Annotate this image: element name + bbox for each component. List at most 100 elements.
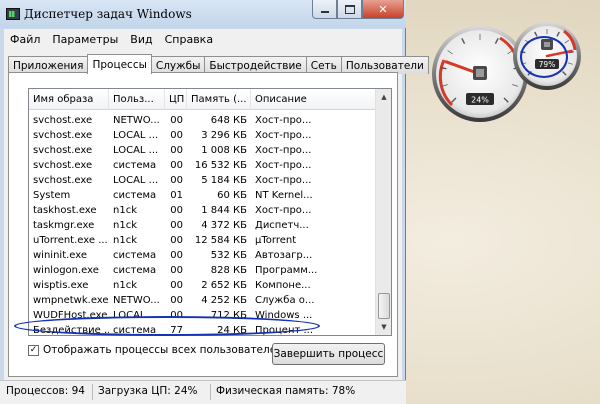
task-manager-icon (6, 8, 20, 20)
show-all-users-checkbox[interactable]: ✓ (28, 344, 39, 356)
cell-image-name: svchost.exe (33, 175, 93, 186)
table-row[interactable]: winlogon.exe система 00 828 КБ Программ... (29, 263, 376, 278)
list-scrollbar[interactable]: ▲ ▼ (375, 89, 391, 335)
cell-memory: 60 КБ (217, 190, 247, 201)
status-divider (210, 384, 211, 400)
cell-memory: 4 252 КБ (201, 295, 247, 306)
table-row[interactable]: taskhost.exe n1ck 00 1 844 КБ Хост-про... (29, 203, 376, 218)
minimize-button[interactable] (312, 0, 337, 19)
maximize-button[interactable] (337, 0, 362, 19)
show-all-users-option[interactable]: ✓ Отображать процессы всех пользователей (28, 344, 283, 356)
cell-user: система (113, 190, 157, 201)
scroll-down-icon[interactable]: ▼ (376, 319, 391, 335)
table-row[interactable]: System система 01 60 КБ NT Kernel... (29, 188, 376, 203)
cell-cpu: 00 (170, 130, 183, 141)
cell-memory: 3 296 КБ (201, 130, 247, 141)
cell-image-name: winlogon.exe (33, 265, 99, 276)
cell-cpu: 00 (170, 265, 183, 276)
cell-description: µTorrent (255, 235, 297, 246)
cell-description: Хост-про... (255, 160, 312, 171)
menu-view[interactable]: Вид (130, 33, 152, 46)
status-memory: Физическая память: 78% (216, 385, 356, 397)
cell-description: Хост-про... (255, 175, 312, 186)
cell-cpu: 00 (170, 160, 183, 171)
column-description[interactable]: Описание (251, 89, 376, 110)
cell-user: NETWO... (113, 115, 160, 126)
title-bar[interactable]: Диспетчер задач Windows ✕ (0, 0, 406, 28)
table-row[interactable]: taskmgr.exe n1ck 00 4 372 КБ Диспетч... (29, 218, 376, 233)
cell-memory: 1 008 КБ (201, 145, 247, 156)
window-title: Диспетчер задач Windows (24, 7, 192, 21)
cell-description: NT Kernel... (255, 190, 313, 201)
status-bar: Процессов: 94 Загрузка ЦП: 24% Физическа… (0, 380, 406, 404)
table-row[interactable]: svchost.exe LOCAL ... 00 5 184 КБ Хост-про..… (29, 173, 376, 188)
process-list[interactable]: Имя образа Польз... ЦП Память (... Описа… (28, 88, 392, 336)
cell-user: система (113, 265, 157, 276)
table-row[interactable]: svchost.exe LOCAL ... 00 1 008 КБ Хост-про..… (29, 143, 376, 158)
cell-memory: 12 584 КБ (194, 235, 247, 246)
task-manager-window: Диспетчер задач Windows ✕ Файл Параметры… (0, 0, 429, 404)
status-divider (92, 384, 93, 400)
close-button[interactable]: ✕ (362, 0, 404, 19)
cpu-gauge-label: 24% (471, 96, 489, 105)
cell-memory: 828 КБ (210, 265, 247, 276)
column-user[interactable]: Польз... (109, 89, 165, 110)
table-row[interactable]: svchost.exe LOCAL ... 00 3 296 КБ Хост-про..… (29, 128, 376, 143)
scroll-thumb[interactable] (378, 293, 390, 319)
table-row[interactable]: wisptis.exe n1ck 00 2 652 КБ Компоне... (29, 278, 376, 293)
cell-image-name: wisptis.exe (33, 280, 89, 291)
table-row[interactable]: wininit.exe система 00 532 КБ Автозагр... (29, 248, 376, 263)
cell-image-name: System (33, 190, 71, 201)
table-row[interactable]: svchost.exe NETWO... 00 648 КБ Хост-про... (29, 113, 376, 128)
cell-cpu: 00 (170, 295, 183, 306)
cell-image-name: svchost.exe (33, 145, 93, 156)
cell-cpu: 00 (170, 280, 183, 291)
cell-cpu: 00 (170, 145, 183, 156)
highlight-annotation-idle-row (14, 316, 320, 336)
cpu-meter-gadget[interactable]: 24% 79% (430, 10, 590, 130)
menu-help[interactable]: Справка (165, 33, 213, 46)
menu-options[interactable]: Параметры (52, 33, 118, 46)
cell-user: LOCAL ... (113, 145, 159, 156)
table-row[interactable]: wmpnetwk.exe NETWO... 00 4 252 КБ Служба о..… (29, 293, 376, 308)
table-row[interactable]: svchost.exe система 00 16 532 КБ Хост-про... (29, 158, 376, 173)
list-header: Имя образа Польз... ЦП Память (... Описа… (29, 89, 376, 110)
cell-description: Программ... (255, 265, 318, 276)
cell-description: Хост-про... (255, 205, 312, 216)
menu-file[interactable]: Файл (10, 33, 40, 46)
table-row[interactable]: uTorrent.exe ... n1ck 00 12 584 КБ µTorrent (29, 233, 376, 248)
cell-memory: 1 844 КБ (201, 205, 247, 216)
scroll-up-icon[interactable]: ▲ (376, 89, 391, 105)
cell-cpu: 00 (170, 235, 183, 246)
end-process-button[interactable]: Завершить процесс (272, 343, 385, 365)
column-image-name[interactable]: Имя образа (29, 89, 109, 110)
cell-description: Служба о... (255, 295, 315, 306)
highlight-annotation-memory (520, 36, 568, 78)
cell-description: Диспетч... (255, 220, 309, 231)
cell-cpu: 00 (170, 115, 183, 126)
column-memory[interactable]: Память (... (187, 89, 251, 110)
cell-user: n1ck (113, 280, 137, 291)
cell-user: система (113, 160, 157, 171)
cell-image-name: taskmgr.exe (33, 220, 95, 231)
cell-description: Хост-про... (255, 115, 312, 126)
show-all-users-label: Отображать процессы всех пользователей (43, 344, 284, 356)
cell-description: Компоне... (255, 280, 311, 291)
tab-processes[interactable]: Процессы (87, 54, 152, 74)
status-cpu: Загрузка ЦП: 24% (98, 385, 198, 397)
cell-description: Хост-про... (255, 130, 312, 141)
cell-image-name: taskhost.exe (33, 205, 97, 216)
cell-image-name: svchost.exe (33, 160, 93, 171)
cell-cpu: 00 (170, 220, 183, 231)
cell-user: LOCAL ... (113, 130, 159, 141)
cell-user: система (113, 250, 157, 261)
cpu-gauge: 24% (432, 26, 528, 122)
cell-image-name: svchost.exe (33, 130, 93, 141)
column-cpu[interactable]: ЦП (165, 89, 187, 110)
cell-memory: 4 372 КБ (201, 220, 247, 231)
cell-user: n1ck (113, 235, 137, 246)
status-processes: Процессов: 94 (6, 385, 85, 397)
cell-user: NETWO... (113, 295, 160, 306)
cell-cpu: 01 (170, 190, 183, 201)
cell-memory: 5 184 КБ (201, 175, 247, 186)
